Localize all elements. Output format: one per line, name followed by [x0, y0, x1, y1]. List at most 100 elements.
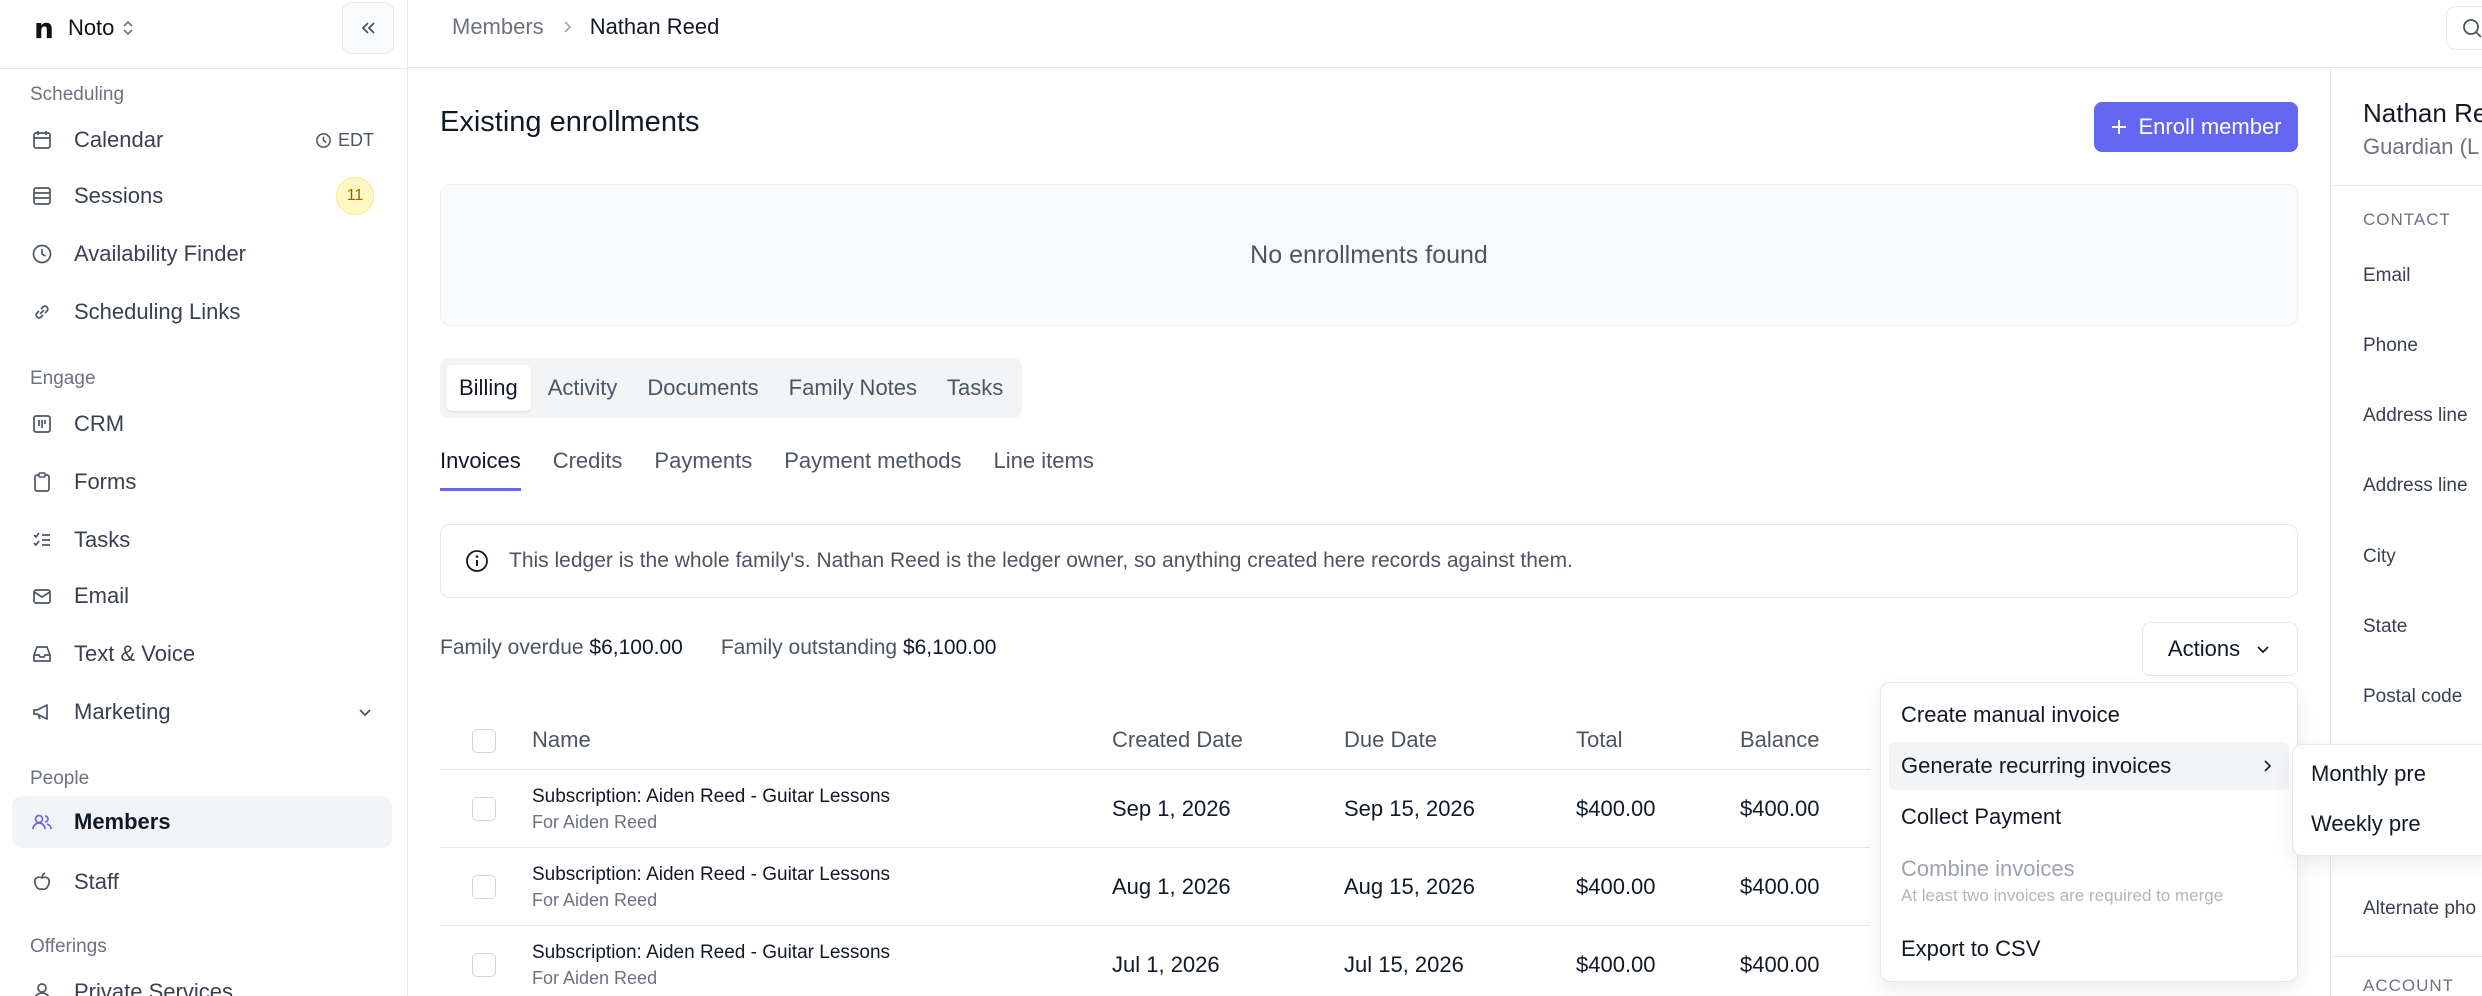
sidebar-item-staff[interactable]: Staff	[12, 856, 392, 908]
table-row[interactable]: Subscription: Aiden Reed - Guitar Lesson…	[440, 848, 1870, 926]
workspace-switcher[interactable]: n Noto	[34, 11, 134, 45]
invoice-name[interactable]: Subscription: Aiden Reed - Guitar Lesson…	[532, 864, 890, 886]
section-offerings: Offerings	[30, 936, 107, 957]
section-people: People	[30, 768, 90, 789]
header-name[interactable]: Name	[532, 727, 591, 753]
field-email: Email	[2363, 265, 2411, 286]
invoice-for: For Aiden Reed	[532, 968, 658, 988]
invoice-total: $400.00	[1576, 952, 1656, 977]
menu-item-create-manual-invoice[interactable]: Create manual invoice	[1889, 691, 2289, 739]
sidebar-item-members[interactable]: Members	[12, 796, 392, 848]
invoice-name[interactable]: Subscription: Aiden Reed - Guitar Lesson…	[532, 786, 890, 808]
actions-menu: Create manual invoice Generate recurring…	[1880, 682, 2298, 982]
ledger-info-text: This ledger is the whole family's. Natha…	[509, 549, 1573, 572]
workspace-logo: n	[34, 11, 54, 45]
invoice-table-header: Name Created Date Due Date Total Balance	[440, 712, 1870, 770]
sidebar-item-sessions[interactable]: Sessions 11	[12, 170, 392, 222]
field-postal-code: Postal code	[2363, 686, 2463, 707]
tab-billing[interactable]: Billing	[446, 365, 531, 411]
field-alternate-phone: Alternate pho	[2363, 898, 2477, 919]
breadcrumb-parent[interactable]: Members	[452, 14, 544, 40]
sidebar-item-label: Forms	[74, 469, 137, 494]
table-row[interactable]: Subscription: Aiden Reed - Guitar Lesson…	[440, 926, 1870, 996]
sidebar-item-calendar[interactable]: Calendar EDT	[12, 114, 392, 166]
sidebar-item-availability-finder[interactable]: Availability Finder	[12, 228, 392, 280]
timezone-indicator[interactable]: EDT	[315, 130, 374, 151]
section-scheduling: Scheduling	[30, 84, 125, 105]
breadcrumb-current: Nathan Reed	[589, 14, 720, 39]
sidebar-item-label: Marketing	[74, 699, 171, 724]
profile-name: Nathan Re	[2363, 98, 2482, 128]
sidebar-item-label: Sessions	[74, 183, 164, 208]
header-balance[interactable]: Balance	[1740, 727, 1820, 753]
menu-item-generate-recurring-invoices[interactable]: Generate recurring invoices	[1889, 742, 2289, 790]
sidebar-item-private-services[interactable]: Private Services	[12, 966, 392, 996]
sidebar-item-label: Email	[74, 583, 130, 608]
profile-role: Guardian (L	[2363, 134, 2480, 159]
sidebar-item-crm[interactable]: CRM	[12, 398, 392, 450]
field-address-line-1: Address line	[2363, 405, 2468, 426]
row-checkbox[interactable]	[472, 875, 496, 899]
chevron-right-icon	[2259, 758, 2275, 774]
table-row[interactable]: Subscription: Aiden Reed - Guitar Lesson…	[440, 770, 1870, 848]
row-checkbox[interactable]	[472, 797, 496, 821]
tab-family-notes[interactable]: Family Notes	[776, 365, 930, 411]
field-state: State	[2363, 616, 2408, 637]
sidebar-item-email[interactable]: Email	[12, 570, 392, 622]
tab-activity[interactable]: Activity	[535, 365, 631, 411]
enroll-member-button[interactable]: Enroll member	[2094, 102, 2298, 152]
invoice-created: Sep 1, 2026	[1112, 796, 1231, 821]
search-button[interactable]	[2446, 6, 2482, 50]
topbar: Members Nathan Reed	[408, 0, 2482, 68]
subtab-line-items[interactable]: Line items	[994, 448, 1094, 491]
billing-subtabs: Invoices Credits Payments Payment method…	[440, 448, 1094, 491]
sidebar-item-text-voice[interactable]: Text & Voice	[12, 628, 392, 680]
subtab-payment-methods[interactable]: Payment methods	[784, 448, 961, 491]
header-total[interactable]: Total	[1576, 727, 1622, 753]
kanban-icon	[30, 412, 54, 436]
workspace-name: Noto	[67, 15, 115, 40]
sidebar-item-scheduling-links[interactable]: Scheduling Links	[12, 286, 392, 338]
chevron-right-icon	[560, 20, 574, 34]
submenu-item-weekly[interactable]: Weekly pre	[2311, 811, 2421, 837]
sidebar-item-forms[interactable]: Forms	[12, 456, 392, 508]
subtab-credits[interactable]: Credits	[553, 448, 623, 491]
invoice-due: Sep 15, 2026	[1344, 796, 1475, 821]
collapse-sidebar-button[interactable]	[342, 2, 394, 54]
menu-item-export-csv[interactable]: Export to CSV	[1889, 925, 2289, 973]
tab-tasks[interactable]: Tasks	[934, 365, 1016, 411]
invoice-total: $400.00	[1576, 874, 1656, 899]
member-profile-panel: Nathan Re Guardian (L CONTACT Email Phon…	[2330, 68, 2482, 996]
row-checkbox[interactable]	[472, 953, 496, 977]
subtab-payments[interactable]: Payments	[654, 448, 752, 491]
combine-invoices-hint: At least two invoices are required to me…	[1901, 886, 2224, 905]
list-icon	[30, 184, 54, 208]
field-city: City	[2363, 546, 2396, 567]
sidebar-item-label: CRM	[74, 411, 125, 436]
sidebar-item-marketing[interactable]: Marketing	[12, 686, 392, 738]
family-balance-summary: Family overdue $6,100.00 Family outstand…	[440, 636, 996, 660]
person-icon	[30, 980, 54, 996]
submenu-item-monthly[interactable]: Monthly pre	[2311, 761, 2426, 787]
tab-documents[interactable]: Documents	[634, 365, 771, 411]
sidebar-item-tasks[interactable]: Tasks	[12, 514, 392, 566]
select-all-checkbox[interactable]	[472, 729, 496, 753]
clock-icon	[316, 132, 331, 148]
actions-button[interactable]: Actions	[2142, 622, 2298, 676]
field-address-line-2: Address line	[2363, 475, 2468, 496]
subtab-invoices[interactable]: Invoices	[440, 448, 521, 491]
header-created-date[interactable]: Created Date	[1112, 727, 1243, 753]
family-outstanding: Family outstanding $6,100.00	[721, 636, 997, 660]
invoice-name[interactable]: Subscription: Aiden Reed - Guitar Lesson…	[532, 942, 890, 964]
checklist-icon	[30, 528, 54, 552]
section-engage: Engage	[30, 368, 96, 389]
header-due-date[interactable]: Due Date	[1344, 727, 1437, 753]
enroll-member-label: Enroll member	[2138, 114, 2282, 139]
sidebar: n Noto Scheduling Calendar EDT Sessions …	[0, 0, 408, 996]
invoice-due: Aug 15, 2026	[1344, 874, 1475, 899]
actions-label: Actions	[2167, 636, 2241, 661]
chevron-down-icon	[2257, 646, 2269, 654]
menu-item-collect-payment[interactable]: Collect Payment	[1889, 793, 2289, 841]
invoice-due: Jul 15, 2026	[1344, 952, 1464, 977]
invoice-created: Jul 1, 2026	[1112, 952, 1220, 977]
